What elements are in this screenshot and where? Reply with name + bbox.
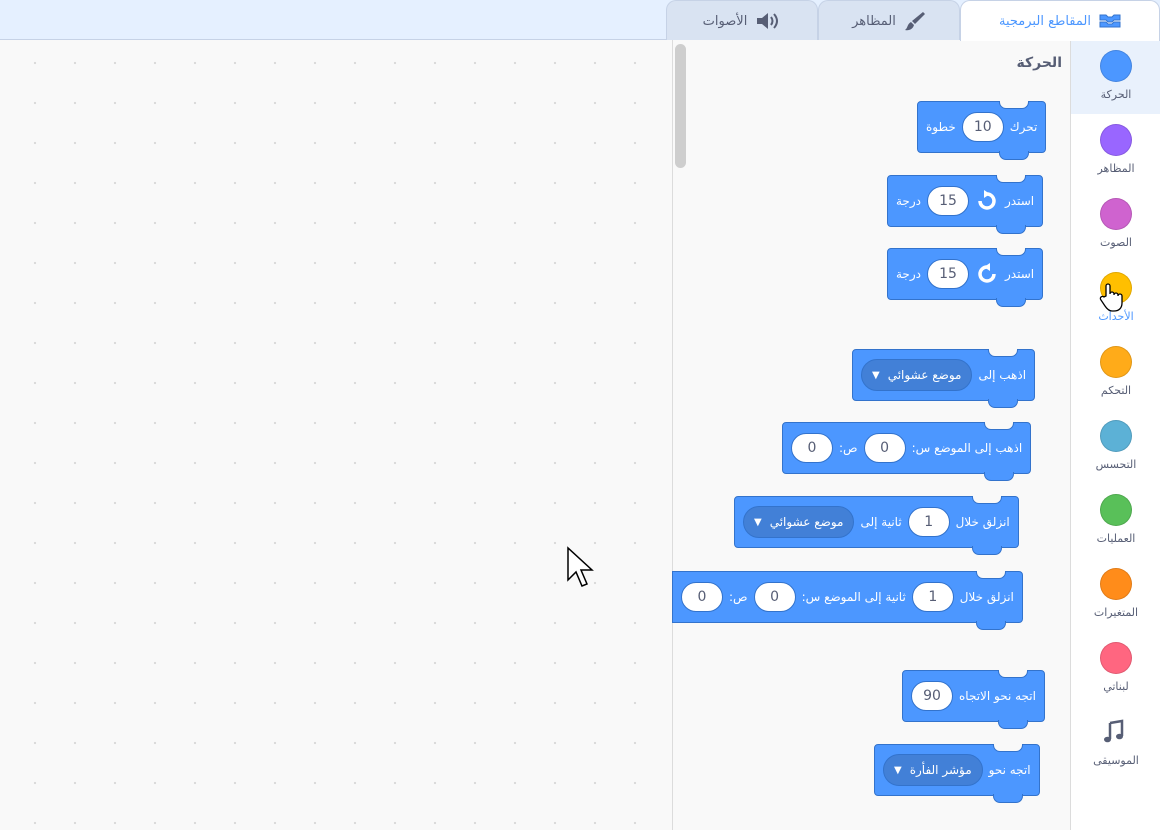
go-to-block[interactable]: اذهب إلى موضع عشوائي ▼ [852, 349, 1036, 408]
script-workspace[interactable] [0, 40, 672, 830]
category-label: الموسيقى [1093, 754, 1139, 767]
category-label: التحكم [1100, 384, 1132, 397]
x-input[interactable]: 0 [863, 433, 906, 463]
block-text: درجة [896, 194, 921, 208]
glide-target-dropdown[interactable]: موضع عشوائي ▼ [743, 506, 855, 538]
music-notes-icon [1100, 716, 1132, 748]
degrees-input[interactable]: 15 [927, 259, 969, 289]
point-in-direction-block[interactable]: اتجه نحو الاتجاه 90 [902, 670, 1045, 729]
category-sound[interactable]: الصوت [1071, 188, 1160, 262]
code-blocks-icon [1099, 13, 1121, 29]
y-input[interactable]: 0 [791, 433, 833, 463]
palette-scrollbar[interactable] [675, 44, 686, 168]
dropdown-value: موضع عشوائي [887, 368, 962, 382]
paintbrush-icon [904, 10, 926, 32]
y-input[interactable]: 0 [681, 582, 723, 612]
category-sensing[interactable]: التحسس [1071, 410, 1160, 484]
glide-to-xy-block[interactable]: انزلق خلال 1 ثانية إلى الموضع س: 0 ص: 0 [672, 571, 1023, 630]
move-steps-block[interactable]: تحرك 10 خطوة [917, 101, 1047, 160]
tab-costumes-label: المظاهر [852, 13, 896, 29]
block-text: انزلق خلال [959, 590, 1014, 604]
block-text: ص: [729, 590, 748, 604]
block-text: تحرك [1009, 120, 1038, 134]
block-text: استدر [1005, 267, 1035, 281]
hand-pointer-cursor-icon [1098, 282, 1124, 316]
x-input[interactable]: 0 [753, 582, 796, 612]
seconds-input[interactable]: 1 [911, 582, 954, 612]
category-menu: الحركة المظاهر الصوت الأحداث التحكم التح… [1070, 40, 1160, 830]
category-color-dot [1100, 642, 1132, 674]
go-to-xy-block[interactable]: اذهب إلى الموضع س: 0 ص: 0 [782, 422, 1032, 481]
category-motion[interactable]: الحركة [1071, 40, 1160, 114]
tab-code[interactable]: المقاطع البرمجية [960, 0, 1160, 41]
category-color-dot [1100, 494, 1132, 526]
category-color-dot [1100, 346, 1132, 378]
glide-to-block[interactable]: انزلق خلال 1 ثانية إلى موضع عشوائي ▼ [734, 496, 1019, 555]
block-text: استدر [1005, 194, 1035, 208]
category-label: الصوت [1100, 236, 1132, 249]
block-text: ص: [839, 441, 858, 455]
category-label: العمليات [1096, 532, 1136, 545]
block-text: اذهب إلى الموضع س: [911, 441, 1023, 455]
block-text: اذهب إلى [978, 368, 1027, 382]
dropdown-value: مؤشر الفأرة [909, 763, 972, 777]
category-label: لبناتي [1103, 680, 1129, 693]
category-label: المظاهر [1097, 162, 1135, 175]
palette-section-title: الحركة [1016, 55, 1063, 71]
block-text: ثانية إلى الموضع س: [801, 590, 906, 604]
tab-sounds[interactable]: الأصوات [666, 0, 818, 41]
category-music[interactable]: الموسيقى [1071, 706, 1160, 780]
tab-code-label: المقاطع البرمجية [999, 13, 1091, 29]
editor-tab-bar: المقاطع البرمجية المظاهر الأصوات [0, 0, 1160, 41]
tab-costumes[interactable]: المظاهر [818, 0, 960, 41]
category-label: المتغيرات [1093, 606, 1139, 619]
seconds-input[interactable]: 1 [907, 507, 950, 537]
caret-down-icon: ▼ [754, 516, 762, 528]
speaker-icon [755, 12, 781, 30]
block-text: خطوة [926, 120, 956, 134]
block-text: ثانية إلى [860, 515, 902, 529]
category-label: الحركة [1100, 88, 1132, 101]
category-color-dot [1100, 420, 1132, 452]
direction-input[interactable]: 90 [911, 681, 953, 711]
tab-sounds-label: الأصوات [702, 13, 748, 29]
turn-right-block[interactable]: استدر 15 درجة [887, 175, 1044, 234]
rotate-counterclockwise-icon [975, 262, 999, 286]
steps-input[interactable]: 10 [961, 112, 1004, 142]
turn-left-block[interactable]: استدر 15 درجة [887, 248, 1044, 307]
degrees-input[interactable]: 15 [927, 186, 969, 216]
category-variables[interactable]: المتغيرات [1071, 558, 1160, 632]
block-text: انزلق خلال [955, 515, 1010, 529]
block-text: درجة [896, 267, 921, 281]
block-text: اتجه نحو الاتجاه [959, 689, 1036, 703]
caret-down-icon: ▼ [872, 369, 880, 381]
category-looks[interactable]: المظاهر [1071, 114, 1160, 188]
category-color-dot [1100, 568, 1132, 600]
rotate-clockwise-icon [975, 189, 999, 213]
category-my-blocks[interactable]: لبناتي [1071, 632, 1160, 706]
point-towards-block[interactable]: اتجه نحو مؤشر الفأرة ▼ [874, 744, 1040, 803]
arrow-cursor-icon [566, 546, 594, 592]
block-text: اتجه نحو [988, 763, 1031, 777]
category-color-dot [1100, 50, 1132, 82]
category-color-dot [1100, 198, 1132, 230]
category-label: التحسس [1095, 458, 1137, 471]
dropdown-value: موضع عشوائي [769, 515, 844, 529]
caret-down-icon: ▼ [894, 764, 902, 776]
category-operators[interactable]: العمليات [1071, 484, 1160, 558]
category-control[interactable]: التحكم [1071, 336, 1160, 410]
go-to-target-dropdown[interactable]: موضع عشوائي ▼ [861, 359, 973, 391]
point-towards-dropdown[interactable]: مؤشر الفأرة ▼ [883, 754, 983, 786]
category-color-dot [1100, 124, 1132, 156]
